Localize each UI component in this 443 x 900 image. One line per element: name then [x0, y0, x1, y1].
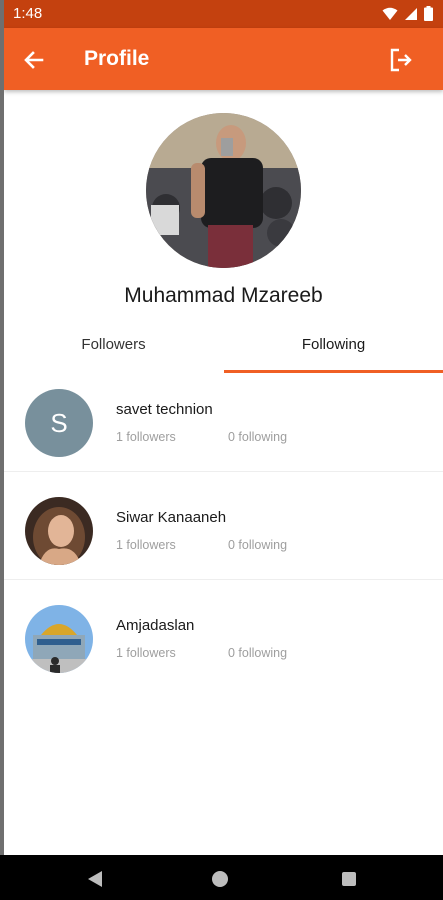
user-name: Siwar Kanaaneh: [116, 509, 227, 526]
list-item[interactable]: Amjadaslan 1 followers 0 following: [4, 589, 443, 696]
status-icons: [382, 6, 433, 21]
logout-button[interactable]: [387, 46, 415, 74]
avatar-photo: [25, 497, 93, 565]
nav-home-icon[interactable]: [212, 871, 228, 887]
list-item[interactable]: S savet technion 1 followers 0 following: [4, 373, 443, 480]
status-bar: 1:48: [4, 0, 443, 28]
followers-count: 1 followers: [116, 646, 176, 660]
avatar: S: [25, 389, 93, 457]
signal-icon: [405, 7, 417, 20]
tab-followers-label: Followers: [81, 336, 146, 353]
following-count: 0 following: [228, 430, 288, 444]
divider: [4, 471, 443, 472]
avatar-initial: S: [50, 407, 68, 438]
divider: [4, 579, 443, 580]
avatar-photo: [25, 605, 93, 673]
following-count: 0 following: [228, 646, 288, 660]
back-button[interactable]: [20, 46, 48, 74]
status-time: 1:48: [13, 5, 43, 22]
tab-following-label: Following: [301, 336, 366, 353]
battery-icon: [424, 6, 433, 21]
tab-followers[interactable]: Followers: [4, 336, 223, 372]
wifi-icon: [382, 7, 398, 20]
profile-avatar[interactable]: [146, 113, 301, 268]
avatar: [25, 605, 93, 673]
list-item[interactable]: Siwar Kanaaneh 1 followers 0 following: [4, 481, 443, 588]
tab-following[interactable]: Following: [224, 336, 443, 372]
nav-recents-icon[interactable]: [342, 872, 356, 886]
nav-back-icon[interactable]: [86, 870, 104, 888]
logout-icon: [390, 48, 412, 72]
avatar: [25, 497, 93, 565]
app-screen: 1:48 Profile Muhammad Mzareeb Followers …: [4, 0, 443, 900]
followers-count: 1 followers: [116, 430, 176, 444]
followers-count: 1 followers: [116, 538, 176, 552]
user-name: savet technion: [116, 401, 213, 418]
user-name: Amjadaslan: [116, 617, 195, 634]
page-title: Profile: [84, 47, 150, 70]
following-count: 0 following: [228, 538, 288, 552]
profile-name: Muhammad Mzareeb: [124, 284, 323, 307]
app-bar: Profile: [4, 28, 443, 90]
arrow-left-icon: [24, 51, 44, 69]
system-nav-bar: [0, 855, 443, 900]
profile-photo: [146, 113, 301, 268]
